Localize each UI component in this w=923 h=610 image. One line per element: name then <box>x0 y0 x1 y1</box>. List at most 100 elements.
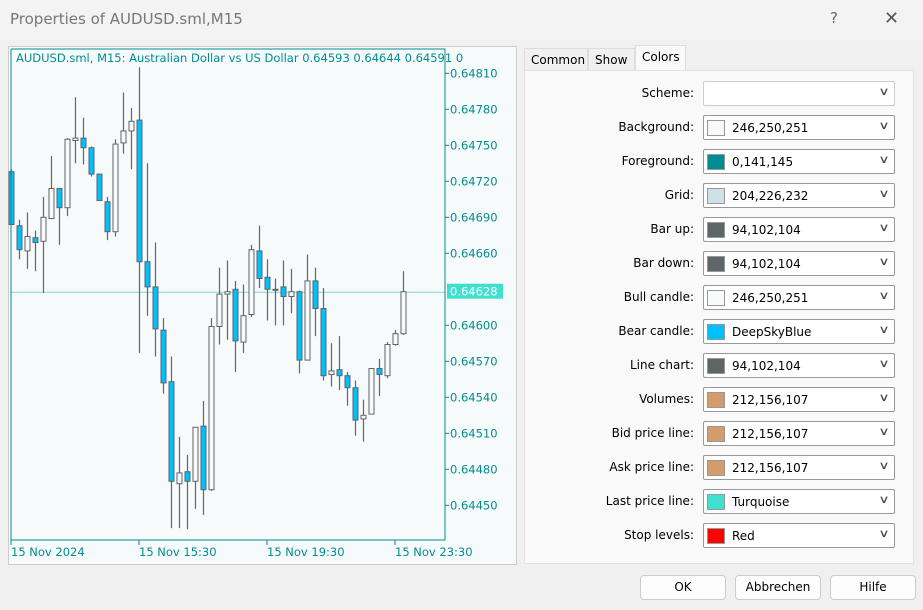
color-swatch <box>707 392 725 408</box>
bear-candle-value: DeepSkyBlue <box>732 325 812 339</box>
bear-candle <box>200 425 207 491</box>
bear-candle <box>168 381 175 482</box>
bar-up-label: Bar up: <box>650 222 694 236</box>
grid-dropdown[interactable]: 204,226,232 ∨ <box>703 183 895 208</box>
volumes-value: 212,156,107 <box>732 393 809 407</box>
x-tick-label: 15 Nov 2024 <box>11 545 85 559</box>
color-swatch <box>707 324 725 340</box>
chevron-down-icon: ∨ <box>878 255 890 268</box>
stop-levels-value: Red <box>732 529 755 543</box>
bear-candle <box>184 471 191 482</box>
bull-candle-dropdown[interactable]: 246,250,251 ∨ <box>703 285 895 310</box>
bull-candle <box>64 138 71 209</box>
bull-candle <box>176 472 183 485</box>
cancel-button[interactable]: Abbrechen <box>735 575 821 600</box>
bear-candle-dropdown[interactable]: DeepSkyBlue ∨ <box>703 319 895 344</box>
bear-candle <box>56 188 63 209</box>
volumes-dropdown[interactable]: 212,156,107 ∨ <box>703 387 895 412</box>
foreground-dropdown[interactable]: 0,141,145 ∨ <box>703 149 895 174</box>
color-swatch <box>707 528 725 544</box>
tab-colors[interactable]: Colors <box>635 45 686 71</box>
color-swatch <box>707 222 725 238</box>
y-tick-label: 0.64810 <box>450 66 498 80</box>
bear-candle <box>344 375 351 389</box>
chart-header: AUDUSD.sml, M15: Australian Dollar vs US… <box>16 51 463 65</box>
color-swatch <box>707 256 725 272</box>
chevron-down-icon: ∨ <box>878 527 890 540</box>
ask-price-line-label: Ask price line: <box>609 460 694 474</box>
bull-candle <box>384 344 391 377</box>
bear-candle <box>352 387 359 421</box>
bar-down-value: 94,102,104 <box>732 257 801 271</box>
color-swatch <box>707 290 725 306</box>
last-price-line-dropdown[interactable]: Turquoise ∨ <box>703 489 895 514</box>
bull-candle <box>240 315 247 343</box>
ask-price-line-value: 212,156,107 <box>732 461 809 475</box>
bull-candle <box>192 426 199 482</box>
x-tick-label: 15 Nov 23:30 <box>395 545 473 559</box>
foreground-value: 0,141,145 <box>732 155 794 169</box>
last-price-line-label: Last price line: <box>605 494 694 508</box>
color-swatch <box>707 188 725 204</box>
color-swatch <box>707 120 725 136</box>
bull-candle <box>360 414 367 420</box>
bear-candle <box>80 137 87 149</box>
bid-price-line-label: Bid price line: <box>611 426 694 440</box>
grid-value: 204,226,232 <box>732 189 809 203</box>
y-tick-label: 0.64720 <box>450 174 498 188</box>
y-tick-label: 0.64780 <box>450 102 498 116</box>
bull-candle <box>392 333 399 346</box>
bar-up-value: 94,102,104 <box>732 223 801 237</box>
bull-candle <box>224 291 231 295</box>
bear-candle <box>376 368 383 375</box>
bull-candle <box>208 326 215 491</box>
color-swatch <box>707 460 725 476</box>
background-value: 246,250,251 <box>732 121 809 135</box>
line-chart-dropdown[interactable]: 94,102,104 ∨ <box>703 353 895 378</box>
bear-candle <box>256 250 263 279</box>
chevron-down-icon: ∨ <box>878 391 890 404</box>
bull-candle <box>304 280 311 361</box>
y-tick-label: 0.64600 <box>450 318 498 332</box>
ask-price-line-dropdown[interactable]: 212,156,107 ∨ <box>703 455 895 480</box>
color-swatch <box>707 154 725 170</box>
chevron-down-icon: ∨ <box>878 119 890 132</box>
bull-candle <box>272 288 279 291</box>
chevron-down-icon: ∨ <box>878 459 890 472</box>
bear-candle <box>320 308 327 377</box>
bull-candle <box>24 236 31 252</box>
y-tick-label: 0.64690 <box>450 210 498 224</box>
color-swatch <box>707 358 725 374</box>
bear-candle <box>336 369 343 377</box>
line-chart-value: 94,102,104 <box>732 359 801 373</box>
chevron-down-icon: ∨ <box>878 221 890 234</box>
scheme-dropdown[interactable]: ∨ <box>703 81 895 106</box>
chevron-down-icon: ∨ <box>878 493 890 506</box>
tab-common[interactable]: Common <box>524 48 588 70</box>
volumes-label: Volumes: <box>639 392 694 406</box>
bull-candle-value: 246,250,251 <box>732 291 809 305</box>
bar-down-dropdown[interactable]: 94,102,104 ∨ <box>703 251 895 276</box>
bar-down-label: Bar down: <box>633 256 694 270</box>
bear-candle <box>88 147 95 175</box>
bid-price-line-dropdown[interactable]: 212,156,107 ∨ <box>703 421 895 446</box>
color-swatch <box>707 426 725 442</box>
bear-candle <box>296 291 303 361</box>
tab-show[interactable]: Show <box>588 48 635 70</box>
ok-button[interactable]: OK <box>640 575 726 600</box>
bear-candle <box>96 173 103 202</box>
help-button[interactable]: Hilfe <box>830 575 916 600</box>
color-swatch <box>707 494 725 510</box>
stop-levels-dropdown[interactable]: Red ∨ <box>703 523 895 548</box>
y-tick-label: 0.64660 <box>450 246 498 260</box>
bear-candle <box>264 276 271 290</box>
bar-up-dropdown[interactable]: 94,102,104 ∨ <box>703 217 895 242</box>
y-tick-label: 0.64480 <box>450 462 498 476</box>
x-tick-label: 15 Nov 19:30 <box>267 545 345 559</box>
y-tick-label: 0.64570 <box>450 354 498 368</box>
x-tick-label: 15 Nov 15:30 <box>139 545 217 559</box>
grid-label: Grid: <box>664 188 694 202</box>
bull-candle <box>248 249 255 315</box>
background-dropdown[interactable]: 246,250,251 ∨ <box>703 115 895 140</box>
stop-levels-label: Stop levels: <box>624 528 694 542</box>
